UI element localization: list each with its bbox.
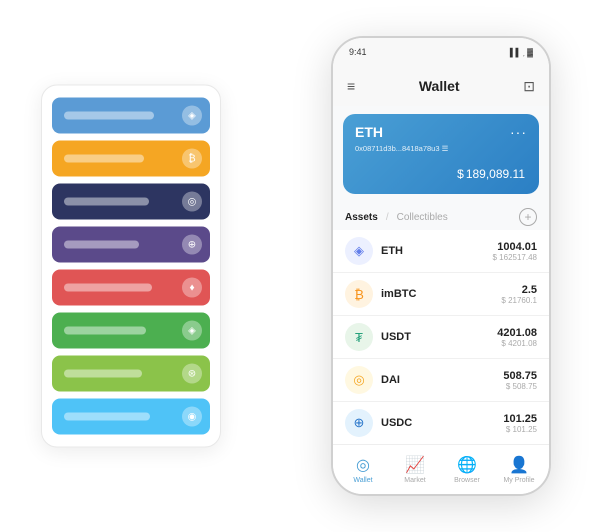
browser-nav-label: Browser [454,477,480,484]
balance-amount: 189,089.11 [466,167,525,181]
asset-row-imbtc[interactable]: ₿ imBTC 2.5 $ 21760.1 [333,273,549,316]
card-icon-4: ⊕ [182,235,202,255]
imbtc-name: imBTC [381,288,501,300]
eth-card-title: ETH [355,124,383,140]
browser-nav-icon: 🌐 [457,455,477,475]
imbtc-icon: ₿ [345,280,373,308]
profile-nav-label: My Profile [503,477,534,484]
card-item-7[interactable]: ⊛ [52,356,210,392]
usdt-icon: ₮ [345,323,373,351]
asset-row-usdc[interactable]: ⊕ USDC 101.25 $ 101.25 [333,402,549,444]
card-item-1[interactable]: ◈ [52,98,210,134]
eth-card-header: ETH ··· [355,124,527,140]
card-icon-1: ◈ [182,106,202,126]
tab-assets[interactable]: Assets [345,212,378,223]
eth-name: ETH [381,245,493,257]
nav-wallet[interactable]: ◎ Wallet [337,455,389,484]
card-line-7 [64,370,142,378]
card-item-6[interactable]: ◈ [52,313,210,349]
dai-name: DAI [381,374,503,386]
card-line-3 [64,198,149,206]
bottom-nav: ◎ Wallet 📈 Market 🌐 Browser 👤 My Profile [333,444,549,494]
eth-amounts: 1004.01 $ 162517.48 [493,241,538,262]
eth-card-balance: $189,089.11 [355,161,527,184]
card-line-8 [64,413,150,421]
asset-row-eth[interactable]: ◈ ETH 1004.01 $ 162517.48 [333,230,549,273]
eth-icon: ◈ [345,237,373,265]
tab-collectibles[interactable]: Collectibles [397,212,448,223]
status-bar: 9:41 ▌▌ ᷊ ▓ [333,38,549,66]
phone-mockup: 9:41 ▌▌ ᷊ ▓ ≡ Wallet ⊡ ETH ··· 0x08711d3… [331,36,551,496]
asset-row-usdt[interactable]: ₮ USDT 4201.08 $ 4201.08 [333,316,549,359]
card-line-4 [64,241,139,249]
usdc-usd: $ 101.25 [503,425,537,434]
eth-amount: 1004.01 [493,241,538,253]
status-icons: ▌▌ ᷊ ▓ [510,48,533,57]
market-nav-label: Market [404,477,425,484]
header-title: Wallet [419,78,460,94]
wallet-nav-icon: ◎ [356,455,370,475]
card-item-5[interactable]: ♦ [52,270,210,306]
phone-header: ≡ Wallet ⊡ [333,66,549,106]
usdt-name: USDT [381,331,497,343]
card-line-6 [64,327,146,335]
card-item-3[interactable]: ◎ [52,184,210,220]
imbtc-amount: 2.5 [501,284,537,296]
usdt-amount: 4201.08 [497,327,537,339]
nav-market[interactable]: 📈 Market [389,455,441,484]
nav-browser[interactable]: 🌐 Browser [441,455,493,484]
wallet-nav-label: Wallet [353,477,372,484]
dai-icon: ◎ [345,366,373,394]
card-icon-3: ◎ [182,192,202,212]
card-item-2[interactable]: ₿ [52,141,210,177]
assets-header: Assets / Collectibles + [333,202,549,230]
profile-nav-icon: 👤 [509,455,529,475]
eth-card[interactable]: ETH ··· 0x08711d3b...8418a78u3 ☰ $189,08… [343,114,539,194]
usdc-name: USDC [381,417,503,429]
card-icon-8: ◉ [182,407,202,427]
imbtc-usd: $ 21760.1 [501,296,537,305]
menu-icon[interactable]: ≡ [347,78,355,94]
market-nav-icon: 📈 [405,455,425,475]
assets-tabs: Assets / Collectibles [345,212,448,223]
signal-icon: ▌▌ [510,48,521,57]
card-stack: ◈ ₿ ◎ ⊕ ♦ ◈ ⊛ ◉ [41,85,221,448]
card-line-5 [64,284,152,292]
status-time: 9:41 [349,47,367,57]
dai-amount: 508.75 [503,370,537,382]
usdt-amounts: 4201.08 $ 4201.08 [497,327,537,348]
card-icon-5: ♦ [182,278,202,298]
assets-divider: / [386,212,389,223]
eth-card-address: 0x08711d3b...8418a78u3 ☰ [355,144,527,153]
card-item-8[interactable]: ◉ [52,399,210,435]
card-icon-2: ₿ [182,149,202,169]
expand-icon[interactable]: ⊡ [523,78,535,95]
card-line-1 [64,112,154,120]
card-line-2 [64,155,144,163]
asset-row-dai[interactable]: ◎ DAI 508.75 $ 508.75 [333,359,549,402]
card-icon-7: ⊛ [182,364,202,384]
imbtc-amounts: 2.5 $ 21760.1 [501,284,537,305]
eth-usd: $ 162517.48 [493,253,538,262]
nav-profile[interactable]: 👤 My Profile [493,455,545,484]
eth-card-menu[interactable]: ··· [510,124,527,140]
phone-content: ETH ··· 0x08711d3b...8418a78u3 ☰ $189,08… [333,106,549,444]
usdc-amount: 101.25 [503,413,537,425]
add-asset-button[interactable]: + [519,208,537,226]
usdc-icon: ⊕ [345,409,373,437]
scene: ◈ ₿ ◎ ⊕ ♦ ◈ ⊛ ◉ [21,16,581,516]
currency-symbol: $ [457,167,464,181]
dai-amounts: 508.75 $ 508.75 [503,370,537,391]
card-item-4[interactable]: ⊕ [52,227,210,263]
battery-icon: ▓ [527,48,533,57]
usdt-usd: $ 4201.08 [497,339,537,348]
card-icon-6: ◈ [182,321,202,341]
usdc-amounts: 101.25 $ 101.25 [503,413,537,434]
dai-usd: $ 508.75 [503,382,537,391]
